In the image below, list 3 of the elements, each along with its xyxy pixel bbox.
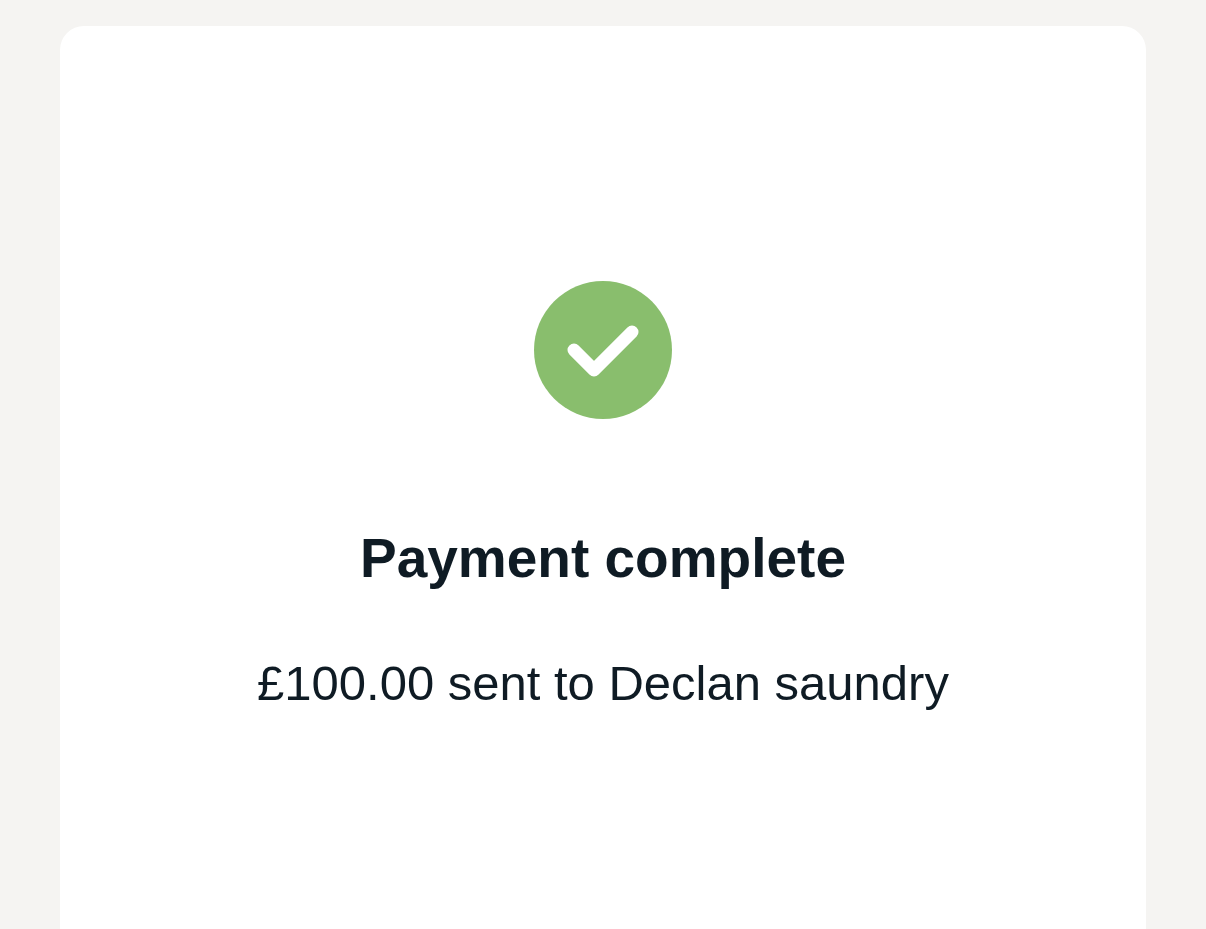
status-title: Payment complete [360,526,846,591]
status-message: £100.00 sent to Declan saundry [257,655,949,712]
check-circle-icon [534,281,672,419]
